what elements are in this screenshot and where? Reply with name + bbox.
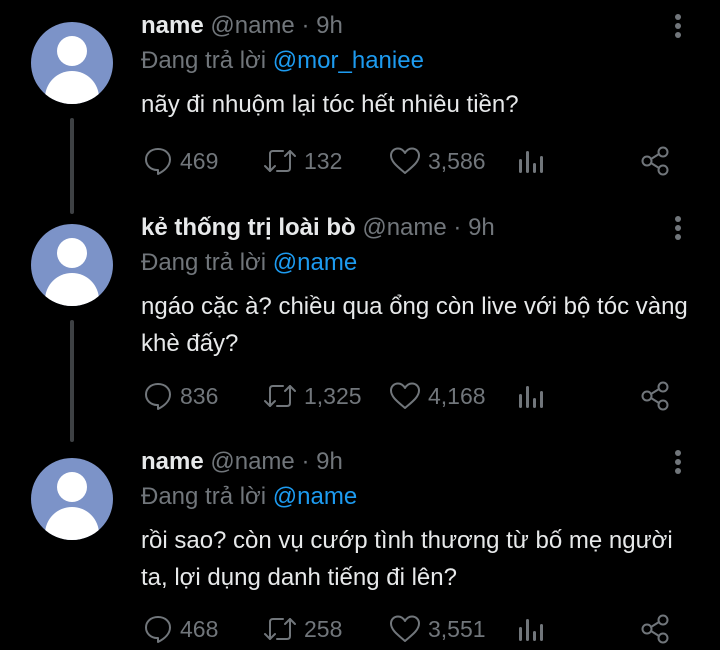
views-icon [519,151,543,173]
display-name[interactable]: name [141,448,204,475]
mention-link[interactable]: @mor_haniee [273,47,424,74]
reply-count: 836 [180,383,219,409]
retweet-button[interactable]: 132 [262,143,342,179]
retweet-count: 1,325 [304,383,362,409]
replying-to-label: Đang trả lời [141,483,273,510]
like-count: 4,168 [428,383,486,409]
handle[interactable]: @name [210,12,294,39]
views-icon [519,619,543,641]
tweet-header: name @name · 9h [141,446,343,478]
replying-to-label: Đang trả lời [141,47,273,74]
avatar[interactable] [31,22,113,104]
heart-icon [390,615,420,642]
tweet-header: kẻ thống trị loài bò @name · 9h [141,212,495,244]
display-name[interactable]: kẻ thống trị loài bò [141,214,356,241]
share-button[interactable] [638,378,672,414]
tweet-text: ngáo cặc à? chiều qua ổng còn live với b… [141,293,688,357]
reply-count: 469 [180,148,219,174]
reply-icon [145,148,171,175]
tweet-text: nãy đi nhuộm lại tóc hết nhiêu tiền? [141,91,519,118]
retweet-count: 132 [304,148,343,174]
share-button[interactable] [638,611,672,647]
more-icon[interactable] [670,444,686,480]
timestamp[interactable]: · 9h [301,12,342,39]
timestamp[interactable]: · 9h [301,448,342,475]
tweet-actions: 469 132 3,586 [0,143,720,179]
reply-icon [145,616,171,643]
tweet[interactable]: name @name · 9h Đang trả lời @name rồi s… [0,436,720,650]
timestamp[interactable]: · 9h [453,214,494,241]
retweet-icon [264,385,296,407]
tweet-actions: 468 258 3,551 [0,611,720,647]
tweet[interactable]: name @name · 9h Đang trả lời @mor_haniee… [0,0,720,200]
more-icon[interactable] [670,210,686,246]
share-button[interactable] [638,143,672,179]
replying-to: Đang trả lời @name [141,247,357,279]
tweet[interactable]: kẻ thống trị loài bò @name · 9h Đang trả… [0,202,720,432]
heart-icon [390,147,420,174]
like-button[interactable]: 4,168 [388,378,486,414]
like-button[interactable]: 3,586 [388,143,486,179]
mention-link[interactable]: @name [273,249,357,276]
like-button[interactable]: 3,551 [388,611,486,647]
views-button[interactable] [516,611,544,647]
reply-icon [145,383,171,410]
avatar[interactable] [31,458,113,540]
reply-button[interactable]: 468 [142,611,218,647]
replying-to: Đang trả lời @mor_haniee [141,45,424,77]
retweet-button[interactable]: 258 [262,611,342,647]
mention-link[interactable]: @name [273,483,357,510]
replying-to-label: Đang trả lời [141,249,273,276]
like-count: 3,586 [428,148,486,174]
retweet-button[interactable]: 1,325 [262,378,362,414]
tweet-header: name @name · 9h [141,10,343,42]
reply-button[interactable]: 469 [142,143,218,179]
share-icon [641,146,669,176]
views-button[interactable] [516,378,544,414]
reply-count: 468 [180,616,219,642]
tweet-actions: 836 1,325 4,168 [0,378,720,414]
retweet-icon [264,618,296,640]
views-button[interactable] [516,143,544,179]
handle[interactable]: @name [362,214,446,241]
share-icon [641,614,669,644]
more-icon[interactable] [670,8,686,44]
replying-to: Đang trả lời @name [141,481,357,513]
avatar[interactable] [31,224,113,306]
reply-button[interactable]: 836 [142,378,218,414]
heart-icon [390,382,420,409]
display-name[interactable]: name [141,12,204,39]
tweet-text: rồi sao? còn vụ cướp tình thương từ bố m… [141,527,673,591]
retweet-count: 258 [304,616,343,642]
share-icon [641,381,669,411]
handle[interactable]: @name [210,448,294,475]
views-icon [519,386,543,408]
retweet-icon [264,150,296,172]
like-count: 3,551 [428,616,486,642]
